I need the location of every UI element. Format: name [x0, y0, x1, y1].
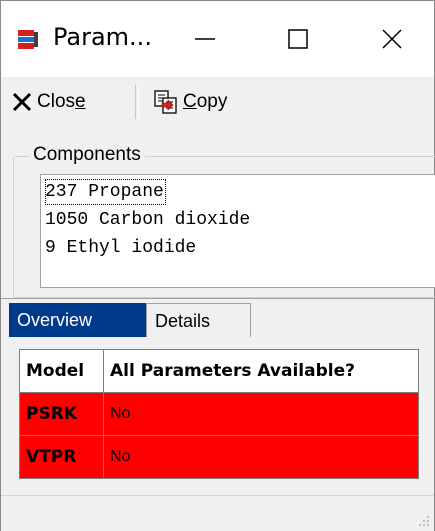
list-item[interactable]: 9 Ethyl iodide	[45, 235, 196, 261]
tab-details[interactable]: Details	[146, 303, 251, 337]
app-icon	[18, 30, 38, 49]
resize-grip-icon[interactable]	[416, 513, 430, 527]
minimize-button[interactable]	[166, 1, 244, 77]
minimize-icon	[195, 38, 215, 40]
status-bar	[1, 495, 434, 531]
table-row[interactable]: PSRK No	[20, 392, 418, 435]
maximize-icon	[288, 29, 308, 49]
column-header-availability[interactable]: All Parameters Available?	[104, 350, 418, 392]
panel-divider	[1, 298, 434, 299]
copy-icon	[154, 90, 177, 114]
list-item[interactable]: 1050 Carbon dioxide	[45, 207, 250, 233]
x-icon	[12, 92, 32, 112]
table-row[interactable]: VTPR No	[20, 435, 418, 478]
close-button-label: Close	[37, 91, 86, 112]
components-legend: Components	[29, 144, 145, 166]
list-item[interactable]: 237 Propane	[45, 179, 166, 205]
parameters-window: Param... Close Copy Components 237 Propa…	[0, 0, 435, 531]
availability-cell[interactable]: No	[104, 393, 418, 435]
components-list[interactable]: 237 Propane 1050 Carbon dioxide 9 Ethyl …	[40, 174, 435, 288]
window-title: Param...	[53, 23, 152, 51]
parameters-table: Model All Parameters Available? PSRK No …	[19, 349, 419, 479]
copy-button[interactable]: Copy	[153, 87, 227, 117]
close-icon	[382, 29, 402, 49]
title-bar[interactable]: Param...	[1, 1, 434, 77]
table-header-row: Model All Parameters Available?	[20, 350, 418, 392]
tab-overview[interactable]: Overview	[9, 303, 146, 337]
maximize-button[interactable]	[259, 1, 337, 77]
model-cell[interactable]: VTPR	[20, 436, 104, 478]
toolbar: Close Copy	[1, 77, 434, 127]
column-header-model[interactable]: Model	[20, 350, 104, 392]
close-window-button[interactable]	[353, 1, 431, 77]
close-button[interactable]: Close	[11, 87, 86, 117]
copy-button-label: Copy	[183, 91, 228, 112]
model-cell[interactable]: PSRK	[20, 393, 104, 435]
toolbar-separator	[135, 85, 139, 119]
availability-cell[interactable]: No	[104, 436, 418, 478]
